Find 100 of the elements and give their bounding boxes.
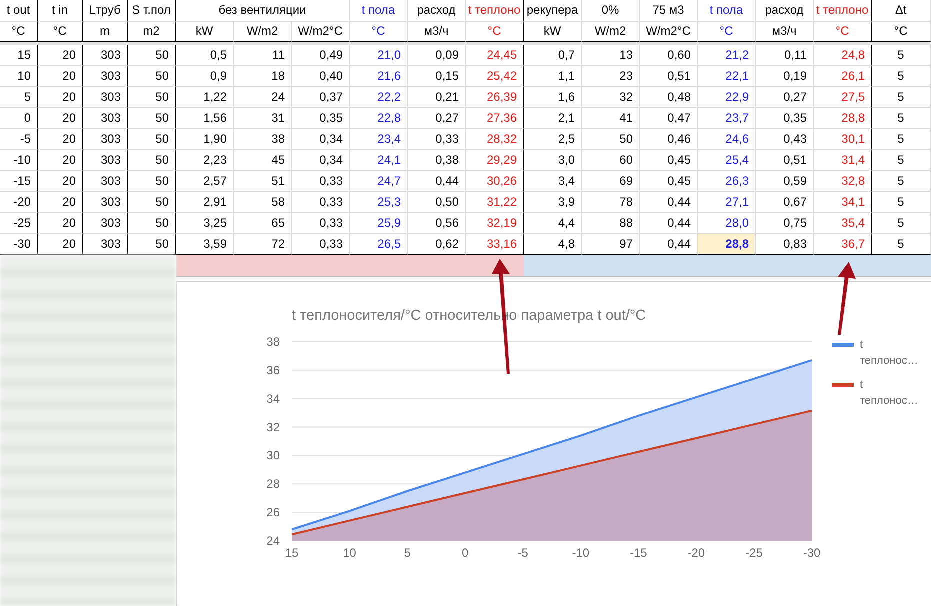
table-cell[interactable]: 69 <box>582 171 640 192</box>
table-cell[interactable]: 303 <box>83 87 128 108</box>
table-cell[interactable]: 5 <box>872 171 931 192</box>
table-cell[interactable]: 32,19 <box>466 213 524 234</box>
table-cell[interactable]: 0,44 <box>640 213 698 234</box>
table-cell[interactable]: 88 <box>582 213 640 234</box>
table-cell[interactable]: 0,46 <box>640 129 698 150</box>
table-cell[interactable]: 0,59 <box>756 171 814 192</box>
table-cell[interactable]: 21,2 <box>698 45 756 66</box>
table-cell[interactable]: -15 <box>0 171 38 192</box>
table-cell[interactable]: 27,1 <box>698 192 756 213</box>
table-cell[interactable]: 0,48 <box>640 87 698 108</box>
table-cell[interactable]: 303 <box>83 45 128 66</box>
table-cell[interactable]: 303 <box>83 129 128 150</box>
table-cell[interactable]: 18 <box>234 66 292 87</box>
table-cell[interactable]: -25 <box>0 213 38 234</box>
table-cell[interactable]: 0,44 <box>640 192 698 213</box>
table-cell[interactable]: 29,29 <box>466 150 524 171</box>
table-cell[interactable]: 0,15 <box>408 66 466 87</box>
table-cell[interactable]: -5 <box>0 129 38 150</box>
table-cell[interactable]: 25,9 <box>350 213 408 234</box>
table-cell[interactable]: -10 <box>0 150 38 171</box>
table-cell[interactable]: 24,6 <box>698 129 756 150</box>
table-cell[interactable]: 5 <box>872 108 931 129</box>
table-cell[interactable]: 4,4 <box>524 213 582 234</box>
table-cell[interactable]: 31,4 <box>814 150 872 171</box>
table-cell[interactable]: 1,56 <box>176 108 234 129</box>
table-cell[interactable]: 5 <box>872 87 931 108</box>
table-cell[interactable]: 0,50 <box>408 192 466 213</box>
table-cell[interactable]: 31 <box>234 108 292 129</box>
table-cell[interactable]: 0,67 <box>756 192 814 213</box>
table-cell[interactable]: 20 <box>38 171 83 192</box>
table-cell[interactable]: 50 <box>128 192 176 213</box>
table-cell[interactable]: 30,1 <box>814 129 872 150</box>
table-cell[interactable]: 26,3 <box>698 171 756 192</box>
table-cell[interactable]: 3,0 <box>524 150 582 171</box>
table-cell[interactable]: 51 <box>234 171 292 192</box>
table-cell[interactable]: 5 <box>0 87 38 108</box>
table-cell[interactable]: 0,51 <box>640 66 698 87</box>
table-cell[interactable]: 0,27 <box>756 87 814 108</box>
table-cell[interactable]: 303 <box>83 192 128 213</box>
table-cell[interactable]: 0,21 <box>408 87 466 108</box>
table-cell[interactable]: 20 <box>38 129 83 150</box>
table-cell[interactable]: 23,4 <box>350 129 408 150</box>
table-cell[interactable]: 2,5 <box>524 129 582 150</box>
table-cell[interactable]: 22,2 <box>350 87 408 108</box>
table-cell[interactable]: 5 <box>872 66 931 87</box>
table-cell[interactable]: 27,5 <box>814 87 872 108</box>
table-cell[interactable]: 31,22 <box>466 192 524 213</box>
table-cell[interactable]: 0,56 <box>408 213 466 234</box>
table-cell[interactable]: 20 <box>38 150 83 171</box>
table-cell[interactable]: 0,33 <box>292 192 350 213</box>
table-cell[interactable]: 13 <box>582 45 640 66</box>
table-cell[interactable]: 24,1 <box>350 150 408 171</box>
table-cell[interactable]: 30,26 <box>466 171 524 192</box>
table-cell[interactable]: 32 <box>582 87 640 108</box>
table-cell[interactable]: 0,47 <box>640 108 698 129</box>
table-cell[interactable]: 5 <box>872 150 931 171</box>
table-cell[interactable]: 50 <box>128 171 176 192</box>
table-cell[interactable]: 2,57 <box>176 171 234 192</box>
table-cell[interactable]: 0,38 <box>408 150 466 171</box>
table-cell[interactable]: 34,1 <box>814 192 872 213</box>
table-cell[interactable]: 38 <box>234 129 292 150</box>
table-cell[interactable]: 28,32 <box>466 129 524 150</box>
table-cell[interactable]: 21,6 <box>350 66 408 87</box>
table-cell[interactable]: 26,1 <box>814 66 872 87</box>
table-cell[interactable]: 27,36 <box>466 108 524 129</box>
table-cell[interactable]: 25,4 <box>698 150 756 171</box>
table-cell[interactable]: 0,45 <box>640 150 698 171</box>
table-cell[interactable]: 0,33 <box>292 171 350 192</box>
table-cell[interactable]: 50 <box>128 108 176 129</box>
table-cell[interactable]: 0,35 <box>292 108 350 129</box>
table-cell[interactable]: 20 <box>38 192 83 213</box>
table-cell[interactable]: 0,7 <box>524 45 582 66</box>
table-cell[interactable]: 0,33 <box>292 213 350 234</box>
table-cell[interactable]: 1,90 <box>176 129 234 150</box>
table-cell[interactable]: 0,45 <box>640 171 698 192</box>
table-cell[interactable]: 35,4 <box>814 213 872 234</box>
table-cell[interactable]: 0 <box>0 108 38 129</box>
table-cell[interactable]: 2,1 <box>524 108 582 129</box>
table-cell[interactable]: 20 <box>38 87 83 108</box>
table-cell[interactable]: 1,1 <box>524 66 582 87</box>
table-cell[interactable]: 20 <box>38 213 83 234</box>
table-cell[interactable]: 303 <box>83 213 128 234</box>
table-cell[interactable]: 0,5 <box>176 45 234 66</box>
table-cell[interactable]: 15 <box>0 45 38 66</box>
table-cell[interactable]: 50 <box>128 87 176 108</box>
table-cell[interactable]: 26,39 <box>466 87 524 108</box>
table-cell[interactable]: 21,0 <box>350 45 408 66</box>
table-cell[interactable]: 78 <box>582 192 640 213</box>
table-cell[interactable]: 1,22 <box>176 87 234 108</box>
table-cell[interactable]: 1,6 <box>524 87 582 108</box>
table-cell[interactable]: 20 <box>38 45 83 66</box>
table-cell[interactable]: 24,7 <box>350 171 408 192</box>
table-cell[interactable]: 0,9 <box>176 66 234 87</box>
table-cell[interactable]: 20 <box>38 66 83 87</box>
table-cell[interactable]: 0,49 <box>292 45 350 66</box>
table-cell[interactable]: 0,43 <box>756 129 814 150</box>
table-cell[interactable]: 45 <box>234 150 292 171</box>
table-cell[interactable]: 50 <box>128 150 176 171</box>
